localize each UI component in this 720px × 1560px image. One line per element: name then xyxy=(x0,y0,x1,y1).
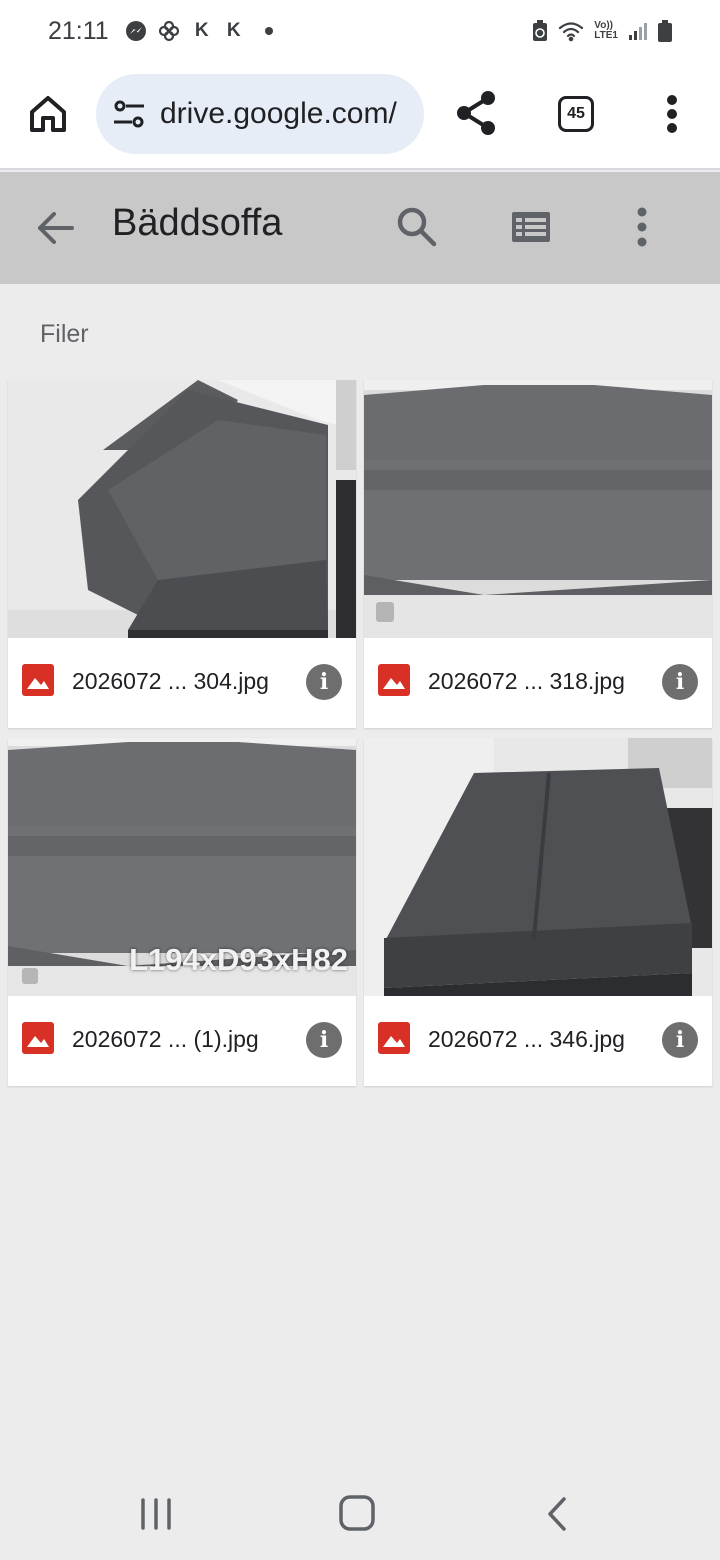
browser-home-button[interactable] xyxy=(24,90,72,138)
lte-label: LTE1 xyxy=(594,30,618,41)
sofa-photo xyxy=(364,380,712,638)
back-button[interactable] xyxy=(32,204,80,252)
dot-icon xyxy=(264,27,273,35)
network-label: Vo)) LTE1 xyxy=(594,21,618,41)
share-button[interactable] xyxy=(452,88,502,138)
sofa-photo xyxy=(364,738,712,996)
recents-icon xyxy=(141,1498,171,1530)
sofa-photo xyxy=(8,380,356,638)
share-icon xyxy=(457,91,495,135)
file-caption: 2026072 ... 318.jpg i xyxy=(364,638,712,728)
file-caption: 2026072 ... 304.jpg i xyxy=(8,638,356,728)
file-thumbnail[interactable]: L194xD93xH82 xyxy=(8,738,356,996)
more-vert-icon xyxy=(637,207,647,247)
home-square-icon xyxy=(339,1495,375,1531)
file-name: 2026072 ... 304.jpg xyxy=(72,668,269,694)
drive-app-bar: Bäddsoffa xyxy=(0,172,720,284)
system-back-button[interactable] xyxy=(542,1494,572,1534)
list-view-button[interactable] xyxy=(506,202,556,252)
search-button[interactable] xyxy=(392,202,442,252)
file-name: 2026072 ... (1).jpg xyxy=(72,1026,259,1052)
image-file-icon xyxy=(22,664,54,696)
section-label-files: Filer xyxy=(40,320,89,348)
status-time: 21:11 xyxy=(48,16,109,45)
status-left: 21:11 K K xyxy=(48,17,273,46)
browser-menu-button[interactable] xyxy=(652,90,692,138)
file-caption: 2026072 ... (1).jpg i xyxy=(8,996,356,1086)
system-home-button[interactable] xyxy=(338,1494,376,1532)
image-file-icon xyxy=(22,1022,54,1054)
status-right: Vo)) LTE1 xyxy=(532,20,672,42)
image-file-icon xyxy=(378,664,410,696)
battery-saver-icon xyxy=(532,20,548,42)
file-name: 2026072 ... 346.jpg xyxy=(428,1026,625,1052)
search-icon xyxy=(397,207,437,247)
chevron-left-icon xyxy=(548,1497,566,1531)
file-card[interactable]: 2026072 ... 346.jpg i xyxy=(364,738,712,1086)
file-card[interactable]: L194xD93xH82 2026072 ... (1).jpg i xyxy=(8,738,356,1086)
list-view-icon xyxy=(512,212,550,242)
info-icon[interactable]: i xyxy=(306,1022,342,1058)
site-settings-icon[interactable] xyxy=(112,97,146,131)
battery-icon xyxy=(658,20,672,42)
file-card[interactable]: 2026072 ... 304.jpg i xyxy=(8,380,356,728)
folder-title: Bäddsoffa xyxy=(112,202,283,244)
image-file-icon xyxy=(378,1022,410,1054)
k-app-icon: K xyxy=(226,20,241,41)
info-icon[interactable]: i xyxy=(306,664,342,700)
status-bar: 21:11 K K Vo)) LTE1 xyxy=(0,0,720,62)
file-caption: 2026072 ... 346.jpg i xyxy=(364,996,712,1086)
arrow-back-icon xyxy=(38,212,74,244)
info-icon[interactable]: i xyxy=(662,1022,698,1058)
file-thumbnail[interactable] xyxy=(364,380,712,638)
home-icon xyxy=(30,96,66,132)
folder-more-button[interactable] xyxy=(620,202,664,252)
more-vert-icon xyxy=(667,95,677,133)
info-icon[interactable]: i xyxy=(662,664,698,700)
recent-apps-button[interactable] xyxy=(136,1496,176,1532)
file-thumbnail[interactable] xyxy=(8,380,356,638)
file-name: 2026072 ... 318.jpg xyxy=(428,668,625,694)
wifi-icon xyxy=(558,20,584,42)
tab-switcher-button[interactable]: 45 xyxy=(558,96,594,132)
signal-icon xyxy=(628,21,648,41)
system-navigation-bar xyxy=(0,1470,720,1560)
file-card[interactable]: 2026072 ... 318.jpg i xyxy=(364,380,712,728)
file-thumbnail[interactable] xyxy=(364,738,712,996)
messenger-icon xyxy=(125,20,147,42)
browser-toolbar: drive.google.com/ 45 xyxy=(0,62,720,170)
dimensions-overlay-text: L194xD93xH82 xyxy=(129,942,348,977)
address-bar[interactable]: drive.google.com/ xyxy=(96,74,424,154)
url-text[interactable]: drive.google.com/ xyxy=(160,97,397,131)
screen: 21:11 K K Vo)) LTE1 drive.google.com/ 45… xyxy=(0,0,720,1560)
k-app-icon: K xyxy=(194,20,209,41)
pinwheel-icon xyxy=(157,19,181,43)
